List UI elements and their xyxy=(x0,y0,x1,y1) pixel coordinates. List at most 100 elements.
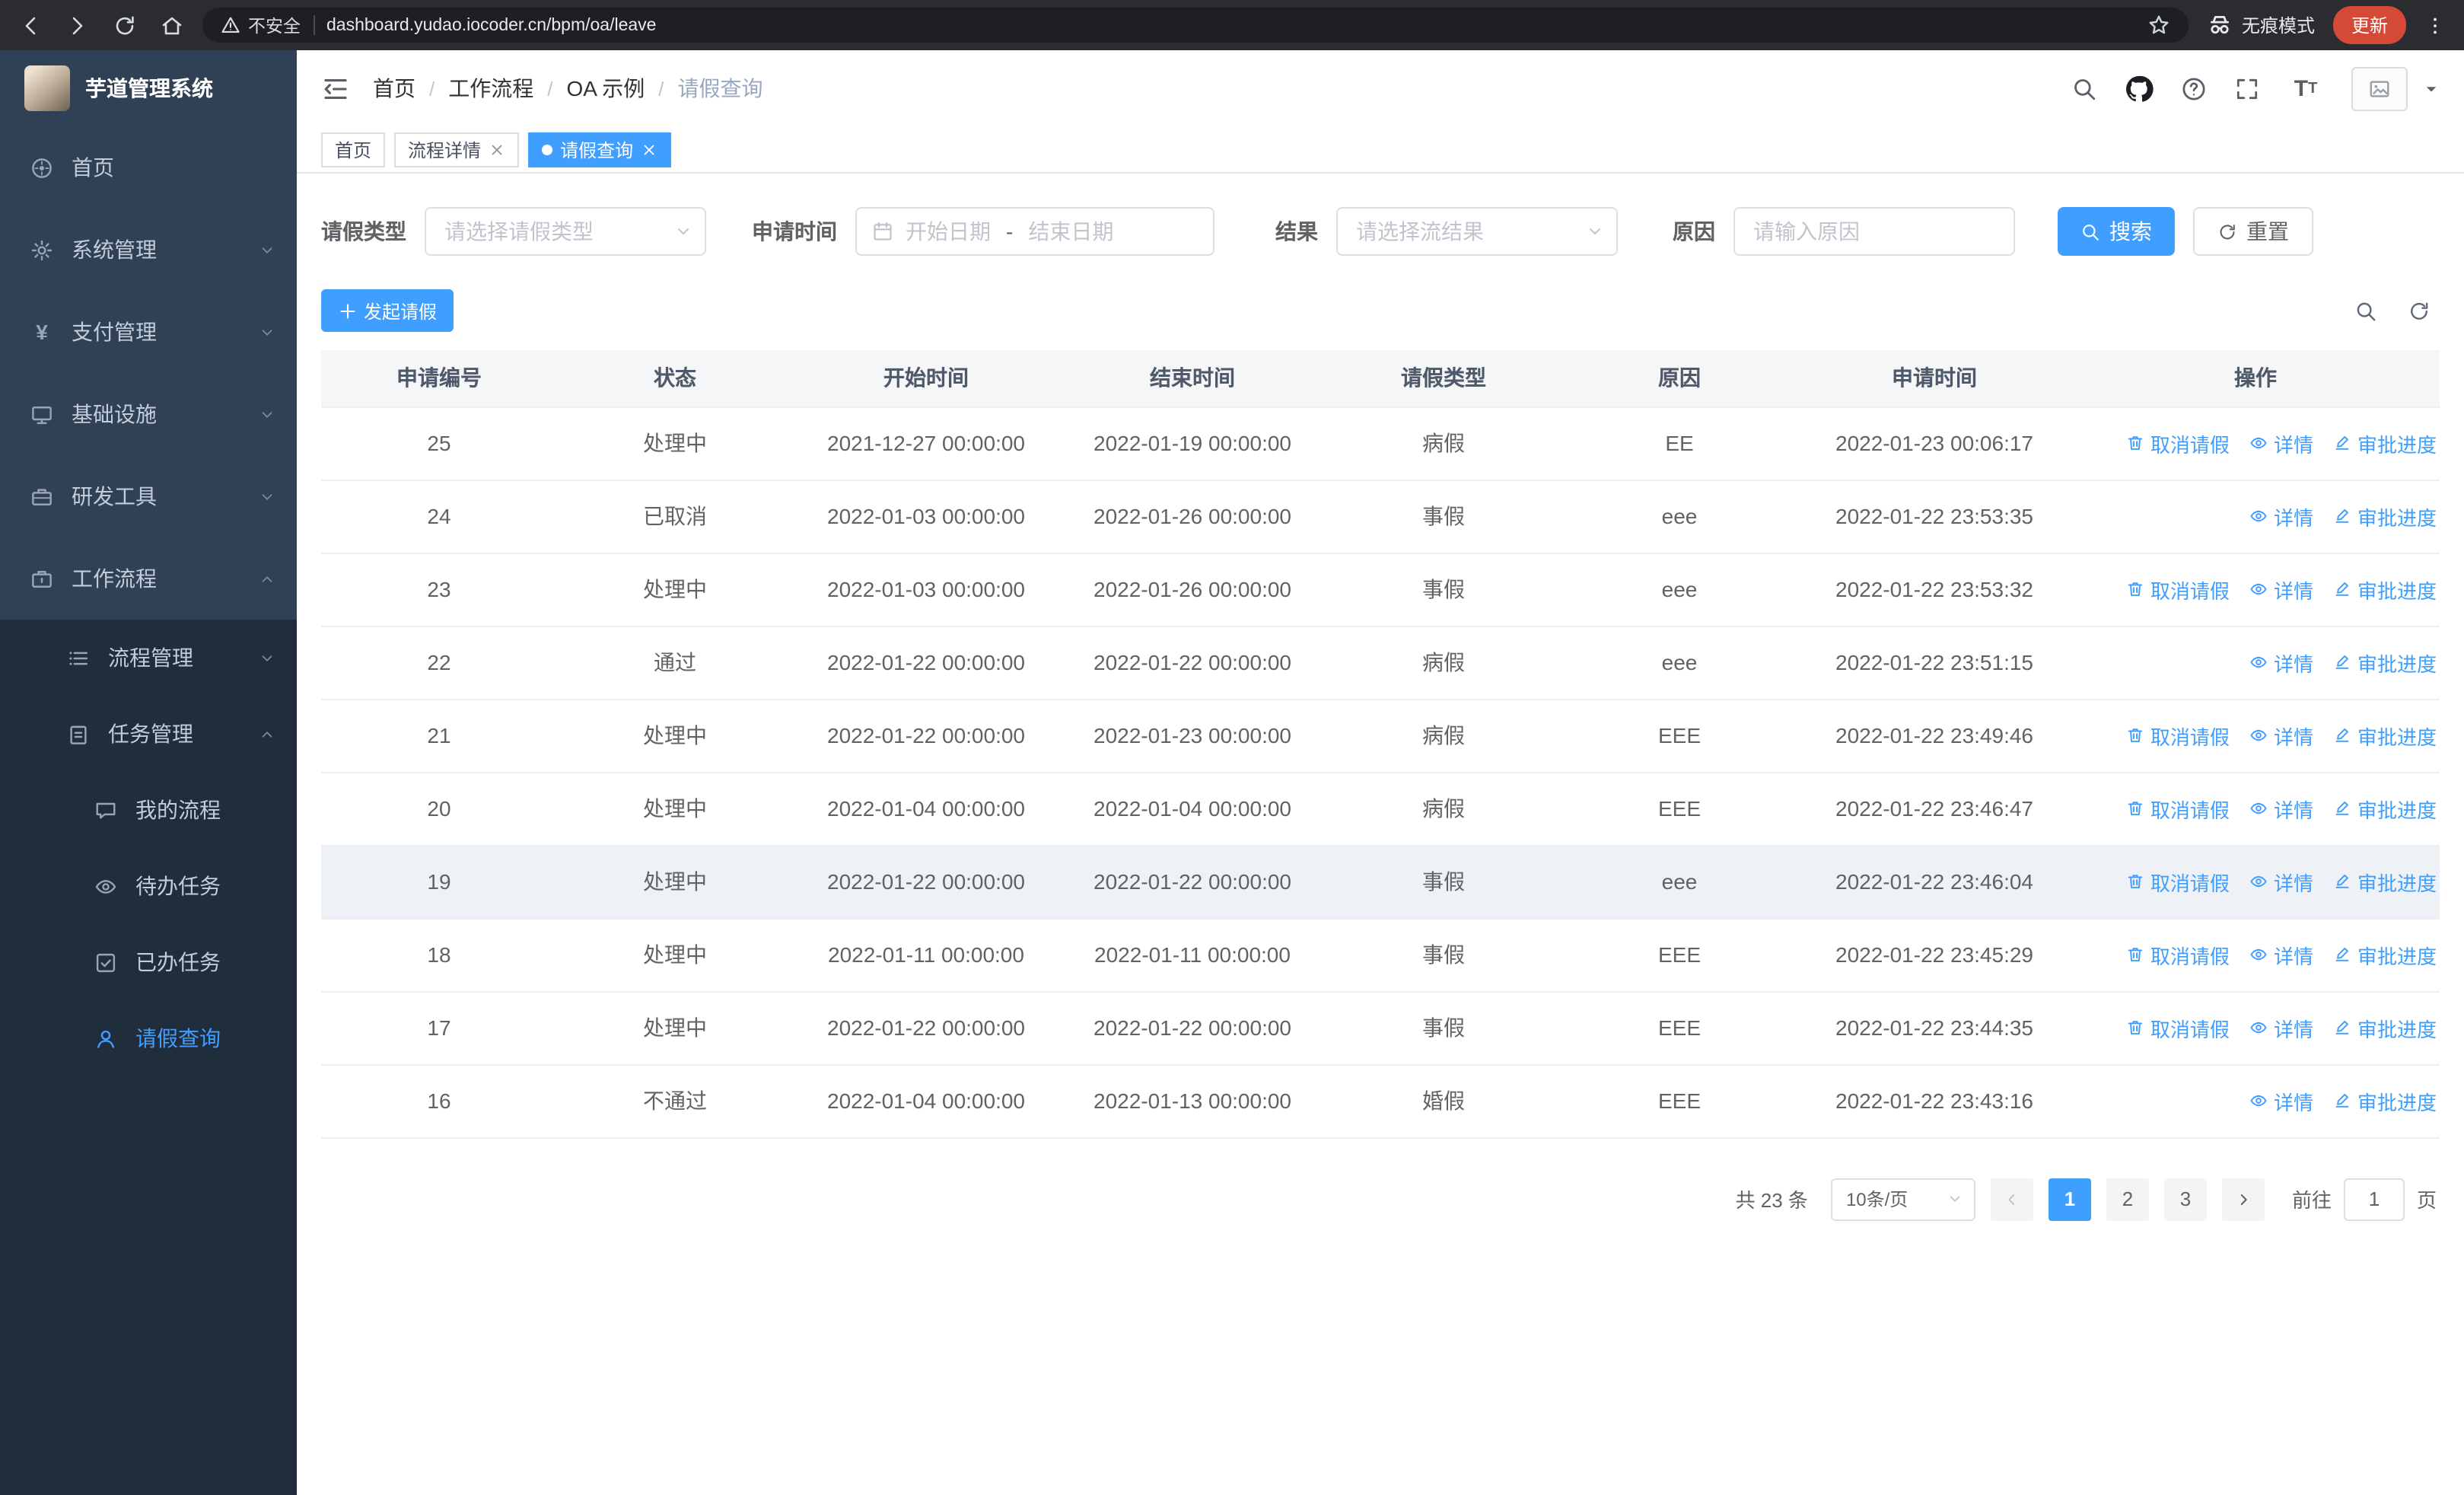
cell-start: 2021-12-27 00:00:00 xyxy=(793,406,1059,480)
action-progress-link[interactable]: 审批进度 xyxy=(2333,940,2437,969)
action-progress-link[interactable]: 审批进度 xyxy=(2333,1086,2437,1115)
create-leave-label: 发起请假 xyxy=(364,301,438,322)
github-icon[interactable] xyxy=(2125,74,2154,103)
security-chip[interactable]: 不安全 xyxy=(221,13,301,37)
sidebar-item-done-task[interactable]: 已办任务 xyxy=(0,924,297,1000)
font-size-icon[interactable]: TT xyxy=(2287,75,2324,101)
action-cancel-link[interactable]: 取消请假 xyxy=(2126,794,2230,823)
forward-icon[interactable] xyxy=(65,13,90,37)
action-progress-link[interactable]: 审批进度 xyxy=(2333,721,2437,750)
action-detail-link[interactable]: 详情 xyxy=(2249,1013,2313,1042)
avatar[interactable] xyxy=(2351,66,2408,110)
bookmark-star-icon[interactable] xyxy=(2147,14,2170,37)
cell-applied: 2022-01-22 23:53:32 xyxy=(1797,553,2071,626)
breadcrumb-item[interactable]: OA 示例 xyxy=(567,73,645,104)
action-detail-link[interactable]: 详情 xyxy=(2249,502,2313,531)
action-label: 取消请假 xyxy=(2150,579,2230,602)
tab-1[interactable]: 流程详情 xyxy=(394,132,520,167)
page-size-select[interactable]: 10条/页 xyxy=(1830,1178,1975,1220)
sidebar-item-task-mgmt[interactable]: 任务管理 xyxy=(0,696,297,772)
page-button-1[interactable]: 1 xyxy=(2048,1178,2091,1220)
action-detail-link[interactable]: 详情 xyxy=(2249,867,2313,896)
avatar-caret-icon[interactable] xyxy=(2423,80,2440,97)
sidebar-item-home[interactable]: 首页 xyxy=(0,126,297,209)
action-progress-link[interactable]: 审批进度 xyxy=(2333,867,2437,896)
toggle-search-icon[interactable] xyxy=(2354,299,2377,322)
reload-icon[interactable] xyxy=(113,13,137,37)
close-icon[interactable] xyxy=(641,141,657,158)
close-icon[interactable] xyxy=(489,141,505,158)
sidebar-item-my-process[interactable]: 我的流程 xyxy=(0,772,297,848)
breadcrumb-item[interactable]: 首页 xyxy=(373,73,415,104)
leave-type-select[interactable]: 请选择请假类型 xyxy=(425,207,706,256)
action-cancel-link[interactable]: 取消请假 xyxy=(2126,575,2230,604)
page-button-3[interactable]: 3 xyxy=(2163,1178,2207,1220)
action-detail-link[interactable]: 详情 xyxy=(2249,721,2313,750)
action-detail-link[interactable]: 详情 xyxy=(2249,1086,2313,1115)
edit-icon xyxy=(2333,434,2351,452)
action-detail-link[interactable]: 详情 xyxy=(2249,940,2313,969)
sidebar-item-todo-task[interactable]: 待办任务 xyxy=(0,848,297,924)
action-progress-link[interactable]: 审批进度 xyxy=(2333,502,2437,531)
breadcrumb-item[interactable]: 工作流程 xyxy=(448,73,533,104)
sidebar-item-system[interactable]: 系统管理 xyxy=(0,209,297,291)
browser-menu-icon[interactable] xyxy=(2424,13,2446,37)
reset-button[interactable]: 重置 xyxy=(2193,207,2313,256)
yen-icon: ¥ xyxy=(36,320,48,344)
sidebar-item-payment[interactable]: ¥ 支付管理 xyxy=(0,291,297,373)
address-bar[interactable]: 不安全 dashboard.yudao.iocoder.cn/bpm/oa/le… xyxy=(202,8,2189,43)
cell-applied: 2022-01-22 23:53:35 xyxy=(1797,480,2071,553)
next-page-button[interactable] xyxy=(2221,1178,2265,1220)
browser-right-cluster: 无痕模式 更新 xyxy=(2207,6,2446,44)
action-cancel-link[interactable]: 取消请假 xyxy=(2126,1013,2230,1042)
sidebar-item-leave-query[interactable]: 请假查询 xyxy=(0,1000,297,1076)
search-icon[interactable] xyxy=(2071,75,2097,101)
tab-0[interactable]: 首页 xyxy=(321,132,386,167)
create-leave-button[interactable]: 发起请假 xyxy=(321,289,454,332)
action-cancel-link[interactable]: 取消请假 xyxy=(2126,940,2230,969)
user-icon xyxy=(94,1027,117,1050)
edit-icon xyxy=(2333,726,2351,744)
reason-input[interactable] xyxy=(1733,207,2015,256)
back-icon[interactable] xyxy=(18,13,43,37)
browser-home-icon[interactable] xyxy=(160,13,184,37)
cell-type: 事假 xyxy=(1326,991,1561,1065)
sidebar-item-process-mgmt[interactable]: 流程管理 xyxy=(0,620,297,696)
action-progress-link[interactable]: 审批进度 xyxy=(2333,575,2437,604)
update-button[interactable]: 更新 xyxy=(2332,6,2406,44)
sidebar-item-devtools[interactable]: 研发工具 xyxy=(0,455,297,537)
action-detail-link[interactable]: 详情 xyxy=(2249,575,2313,604)
action-progress-link[interactable]: 审批进度 xyxy=(2333,429,2437,457)
tab-2[interactable]: 请假查询 xyxy=(528,132,672,167)
help-icon[interactable] xyxy=(2181,75,2207,101)
goto-page-input[interactable] xyxy=(2343,1178,2405,1220)
search-button-label: 搜索 xyxy=(2109,219,2152,244)
sidebar-item-workflow[interactable]: 工作流程 xyxy=(0,537,297,620)
search-button[interactable]: 搜索 xyxy=(2058,207,2175,256)
action-detail-link[interactable]: 详情 xyxy=(2249,794,2313,823)
prev-page-button[interactable] xyxy=(1990,1178,2033,1220)
page-size-value: 10条/页 xyxy=(1845,1189,1908,1210)
action-label: 取消请假 xyxy=(2150,799,2230,821)
action-detail-link[interactable]: 详情 xyxy=(2249,648,2313,677)
action-progress-link[interactable]: 审批进度 xyxy=(2333,794,2437,823)
action-label: 详情 xyxy=(2273,872,2313,894)
security-label: 不安全 xyxy=(248,18,301,36)
logo-image xyxy=(24,65,70,111)
fullscreen-icon[interactable] xyxy=(2234,75,2260,101)
trash-icon xyxy=(2126,434,2144,452)
sidebar-item-infra[interactable]: 基础设施 xyxy=(0,373,297,455)
action-cancel-link[interactable]: 取消请假 xyxy=(2126,867,2230,896)
date-range-picker[interactable]: 开始日期 - 结束日期 xyxy=(855,207,1214,256)
action-progress-link[interactable]: 审批进度 xyxy=(2333,648,2437,677)
page-button-2[interactable]: 2 xyxy=(2106,1178,2149,1220)
action-label: 详情 xyxy=(2273,1091,2313,1114)
refresh-table-icon[interactable] xyxy=(2408,299,2431,322)
calendar-icon xyxy=(872,221,893,242)
collapse-sidebar-icon[interactable] xyxy=(321,74,350,103)
action-detail-link[interactable]: 详情 xyxy=(2249,429,2313,457)
action-progress-link[interactable]: 审批进度 xyxy=(2333,1013,2437,1042)
action-cancel-link[interactable]: 取消请假 xyxy=(2126,721,2230,750)
result-select[interactable]: 请选择流结果 xyxy=(1336,207,1618,256)
action-cancel-link[interactable]: 取消请假 xyxy=(2126,429,2230,457)
